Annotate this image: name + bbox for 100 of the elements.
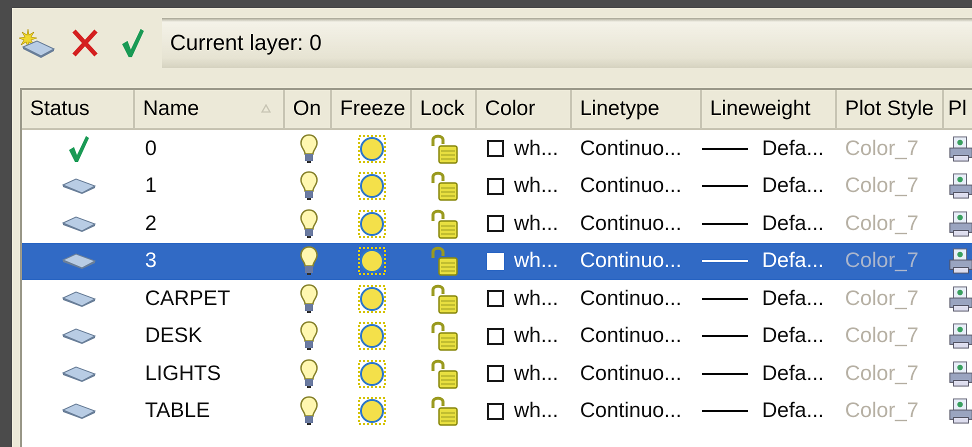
lineweight-line-icon	[702, 335, 748, 338]
layer-row[interactable]: LIGHTS wh... Continuo... Defa... Color_7	[22, 355, 972, 392]
column-header[interactable]: Pl	[944, 90, 972, 128]
lightbulb-icon[interactable]	[300, 358, 318, 389]
sun-icon[interactable]	[358, 134, 386, 163]
color-swatch[interactable]	[487, 328, 504, 345]
column-header[interactable]: On	[285, 90, 332, 128]
layer-name: 1	[145, 174, 157, 198]
column-header[interactable]: Color	[477, 90, 572, 128]
column-header[interactable]: Plot Style	[837, 90, 944, 128]
column-header[interactable]: Status	[22, 90, 135, 128]
printer-icon[interactable]	[948, 284, 972, 314]
open-lock-icon[interactable]	[430, 396, 458, 426]
linetype-text[interactable]: Continuo...	[572, 362, 682, 386]
column-header[interactable]: Name	[135, 90, 285, 128]
open-lock-icon[interactable]	[430, 246, 458, 276]
printer-icon[interactable]	[948, 321, 972, 352]
linetype-text[interactable]: Continuo...	[572, 174, 682, 198]
lineweight-text[interactable]: Defa...	[762, 362, 824, 386]
lightbulb-icon[interactable]	[300, 246, 318, 276]
sun-icon[interactable]	[358, 360, 386, 388]
open-lock-icon[interactable]	[430, 134, 458, 164]
lightbulb-icon[interactable]	[300, 208, 318, 239]
linetype-text[interactable]: Continuo...	[572, 324, 682, 348]
open-lock-icon[interactable]	[430, 171, 458, 202]
plot-style-text: Color_7	[845, 249, 919, 274]
layer-name: LIGHTS	[145, 362, 221, 386]
color-swatch[interactable]	[487, 215, 504, 232]
lineweight-text[interactable]: Defa...	[762, 286, 824, 311]
column-header[interactable]: Linetype	[572, 90, 702, 128]
open-lock-icon[interactable]	[430, 208, 458, 239]
layer-icon	[62, 366, 96, 382]
lightbulb-icon[interactable]	[300, 134, 318, 164]
color-name: wh...	[514, 362, 558, 386]
layer-row[interactable]: DESK wh... Continuo... Defa... Color_7	[22, 318, 972, 355]
color-swatch[interactable]	[487, 140, 504, 158]
layer-row[interactable]: 3 wh... Continuo... Defa... Color_7	[22, 242, 972, 280]
layer-icon	[62, 403, 96, 420]
sun-icon[interactable]	[358, 397, 386, 426]
lightbulb-icon[interactable]	[300, 396, 318, 426]
lineweight-text[interactable]: Defa...	[762, 249, 824, 274]
layer-icon	[62, 290, 96, 307]
printer-icon[interactable]	[948, 246, 972, 276]
color-name: wh...	[514, 399, 558, 424]
lightbulb-icon[interactable]	[300, 284, 318, 314]
layer-row[interactable]: 0 wh... Continuo... Defa... Color_7	[22, 130, 972, 168]
open-lock-icon[interactable]	[430, 358, 458, 389]
sun-icon[interactable]	[358, 284, 386, 313]
layer-row[interactable]: 2 wh... Continuo... Defa... Color_7	[22, 205, 972, 242]
printer-icon[interactable]	[948, 358, 972, 389]
layer-icon	[62, 253, 96, 270]
lineweight-line-icon	[702, 260, 748, 262]
layer-row[interactable]: CARPET wh... Continuo... Defa... Color_7	[22, 280, 972, 318]
linetype-text[interactable]: Continuo...	[572, 212, 682, 236]
color-name: wh...	[514, 212, 558, 236]
layer-row[interactable]: TABLE wh... Continuo... Defa... Color_7	[22, 392, 972, 430]
color-swatch[interactable]	[487, 402, 504, 420]
plot-style-text: Color_7	[845, 399, 919, 424]
plot-style-text: Color_7	[845, 174, 919, 198]
column-header[interactable]: Freeze	[332, 90, 412, 128]
linetype-text[interactable]: Continuo...	[572, 136, 682, 161]
lineweight-line-icon	[702, 410, 748, 412]
plot-style-text: Color_7	[845, 212, 919, 236]
sun-icon[interactable]	[358, 210, 386, 238]
lineweight-line-icon	[702, 222, 748, 225]
lineweight-line-icon	[702, 372, 748, 375]
linetype-text[interactable]: Continuo...	[572, 286, 682, 311]
sun-icon[interactable]	[358, 322, 386, 350]
lightbulb-icon[interactable]	[300, 321, 318, 352]
open-lock-icon[interactable]	[430, 321, 458, 352]
printer-icon[interactable]	[948, 171, 972, 202]
lineweight-text[interactable]: Defa...	[762, 399, 824, 424]
color-swatch[interactable]	[487, 365, 504, 382]
layer-icon	[62, 178, 96, 194]
column-header[interactable]: Lineweight	[702, 90, 837, 128]
sun-icon[interactable]	[358, 172, 386, 200]
layer-icon	[62, 216, 96, 232]
printer-icon[interactable]	[948, 396, 972, 426]
linetype-text[interactable]: Continuo...	[572, 399, 682, 424]
open-lock-icon[interactable]	[430, 284, 458, 314]
lineweight-text[interactable]: Defa...	[762, 136, 824, 161]
current-layer-label: Current layer: 0	[162, 18, 972, 68]
color-swatch[interactable]	[487, 290, 504, 308]
layer-row[interactable]: 1 wh... Continuo... Defa... Color_7	[22, 168, 972, 205]
linetype-text[interactable]: Continuo...	[572, 249, 682, 274]
column-header[interactable]: Lock	[412, 90, 477, 128]
lineweight-text[interactable]: Defa...	[762, 324, 824, 348]
color-name: wh...	[514, 249, 558, 274]
lineweight-text[interactable]: Defa...	[762, 174, 824, 198]
plot-style-text: Color_7	[845, 136, 919, 161]
sun-icon[interactable]	[358, 247, 386, 276]
lightbulb-icon[interactable]	[300, 171, 318, 202]
lineweight-text[interactable]: Defa...	[762, 212, 824, 236]
layer-name: TABLE	[145, 399, 210, 424]
current-check-icon	[68, 134, 90, 163]
color-name: wh...	[514, 286, 558, 311]
plot-style-text: Color_7	[845, 324, 919, 348]
printer-icon[interactable]	[948, 208, 972, 239]
printer-icon[interactable]	[948, 134, 972, 164]
color-swatch[interactable]	[487, 178, 504, 195]
